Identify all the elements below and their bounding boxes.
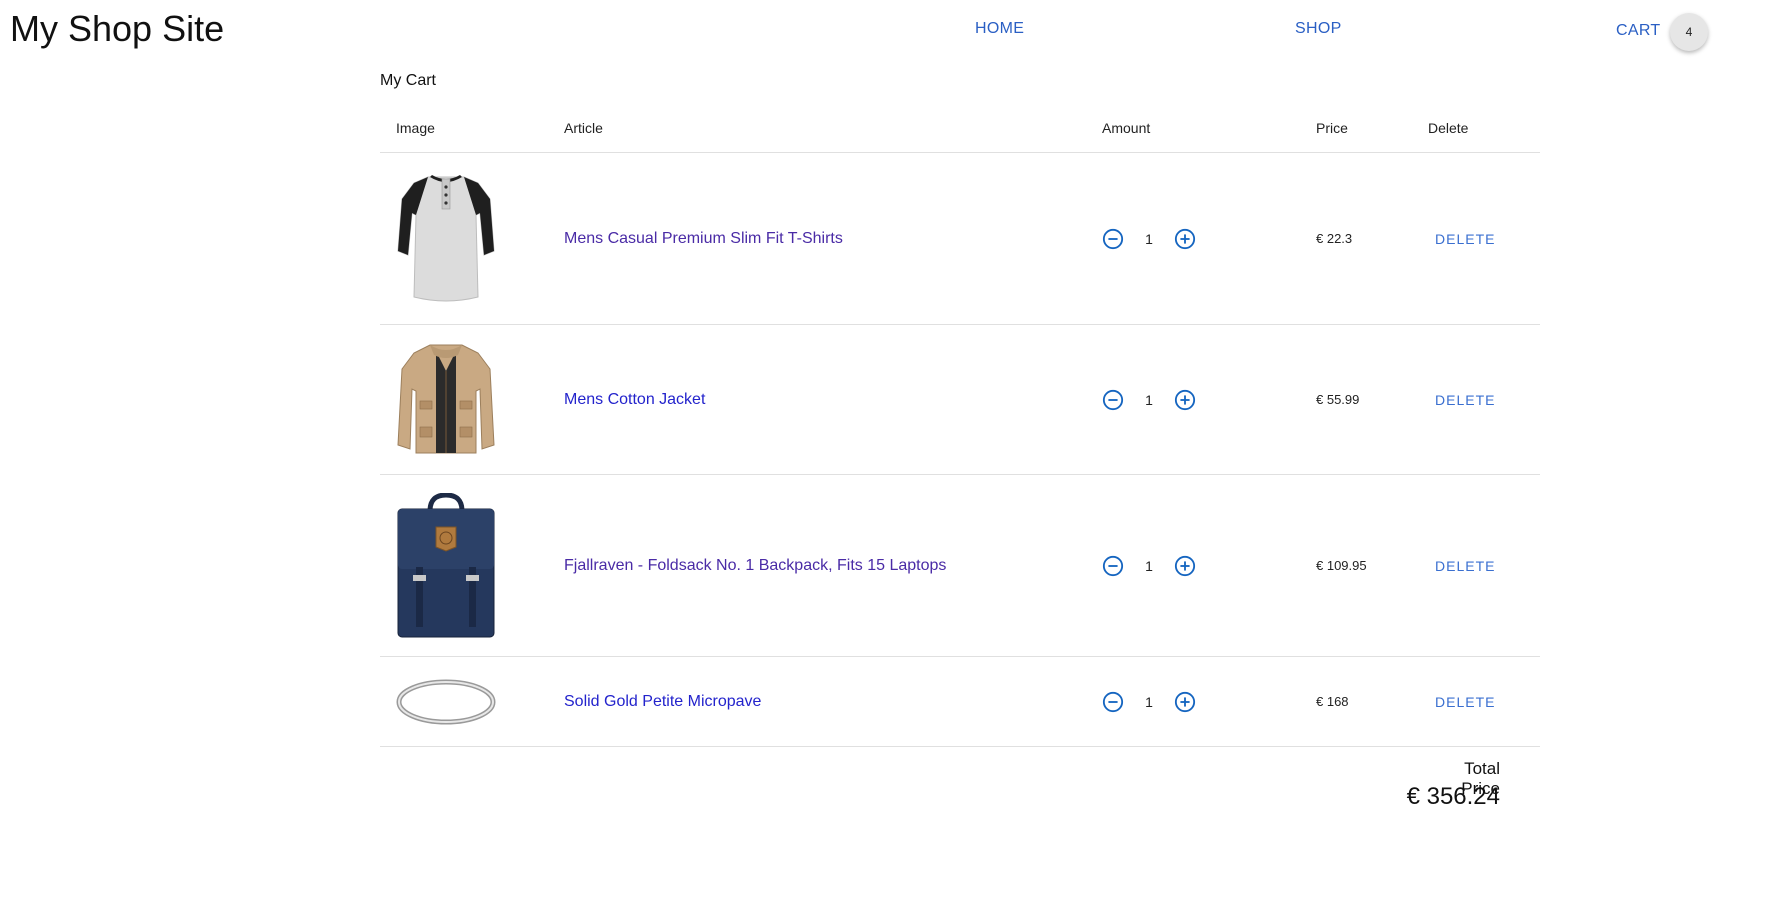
column-header-amount: Amount	[1086, 104, 1300, 153]
site-title[interactable]: My Shop Site	[10, 8, 224, 50]
product-image-cell	[380, 656, 548, 747]
delete-button[interactable]: DELETE	[1435, 392, 1495, 408]
article-link[interactable]: Fjallraven - Foldsack No. 1 Backpack, Fi…	[564, 557, 946, 574]
delete-cell: DELETE	[1412, 474, 1540, 657]
product-image-cell	[380, 152, 548, 325]
plus-circle-icon[interactable]	[1174, 691, 1196, 713]
cart-row: Fjallraven - Foldsack No. 1 Backpack, Fi…	[380, 474, 1540, 657]
cart-header-row: Image Article Amount Price Delete	[380, 104, 1540, 153]
backpack-image	[397, 492, 495, 637]
quantity-value: 1	[1145, 230, 1153, 247]
tshirt-image	[397, 174, 495, 301]
cart-table: Image Article Amount Price Delete Mens C…	[380, 104, 1540, 747]
minus-circle-icon[interactable]	[1102, 228, 1124, 250]
minus-circle-icon[interactable]	[1102, 389, 1124, 411]
amount-cell: 1	[1086, 324, 1300, 475]
product-image-cell	[380, 324, 548, 475]
cart-row: Mens Cotton Jacket 1 € 55.99 DELETE	[380, 324, 1540, 475]
minus-circle-icon[interactable]	[1102, 555, 1124, 577]
plus-circle-icon[interactable]	[1174, 228, 1196, 250]
quantity-value: 1	[1145, 693, 1153, 710]
delete-cell: DELETE	[1412, 324, 1540, 475]
price-cell: € 22.3	[1300, 152, 1412, 325]
article-link[interactable]: Solid Gold Petite Micropave	[564, 693, 761, 710]
delete-cell: DELETE	[1412, 152, 1540, 325]
price-cell: € 109.95	[1300, 474, 1412, 657]
ring-image	[396, 679, 496, 724]
nav-shop-link[interactable]: SHOP	[1295, 20, 1342, 38]
column-header-article: Article	[548, 104, 1086, 153]
amount-cell: 1	[1086, 656, 1300, 747]
article-cell: Mens Cotton Jacket	[548, 324, 1086, 475]
cart-row: Solid Gold Petite Micropave 1 € 168 DELE…	[380, 656, 1540, 747]
cart-title: My Cart	[380, 72, 436, 89]
delete-button[interactable]: DELETE	[1435, 231, 1495, 247]
article-link[interactable]: Mens Cotton Jacket	[564, 391, 705, 408]
nav-cart-link[interactable]: CART	[1616, 22, 1660, 40]
delete-cell: DELETE	[1412, 656, 1540, 747]
plus-circle-icon[interactable]	[1174, 389, 1196, 411]
article-link[interactable]: Mens Casual Premium Slim Fit T-Shirts	[564, 230, 843, 247]
cart-count-badge[interactable]: 4	[1670, 13, 1708, 51]
article-cell: Solid Gold Petite Micropave	[548, 656, 1086, 747]
nav-home-link[interactable]: HOME	[975, 20, 1024, 38]
column-header-image: Image	[380, 104, 548, 153]
jacket-image	[397, 344, 495, 453]
amount-cell: 1	[1086, 152, 1300, 325]
delete-button[interactable]: DELETE	[1435, 694, 1495, 710]
product-image-cell	[380, 474, 548, 657]
article-cell: Fjallraven - Foldsack No. 1 Backpack, Fi…	[548, 474, 1086, 657]
column-header-price: Price	[1300, 104, 1412, 153]
minus-circle-icon[interactable]	[1102, 691, 1124, 713]
price-cell: € 168	[1300, 656, 1412, 747]
delete-button[interactable]: DELETE	[1435, 558, 1495, 574]
price-cell: € 55.99	[1300, 324, 1412, 475]
cart-row: Mens Casual Premium Slim Fit T-Shirts 1 …	[380, 152, 1540, 325]
quantity-value: 1	[1145, 557, 1153, 574]
total-price-value: € 356.24	[1406, 783, 1500, 810]
amount-cell: 1	[1086, 474, 1300, 657]
article-cell: Mens Casual Premium Slim Fit T-Shirts	[548, 152, 1086, 325]
quantity-value: 1	[1145, 391, 1153, 408]
column-header-delete: Delete	[1412, 104, 1540, 153]
plus-circle-icon[interactable]	[1174, 555, 1196, 577]
